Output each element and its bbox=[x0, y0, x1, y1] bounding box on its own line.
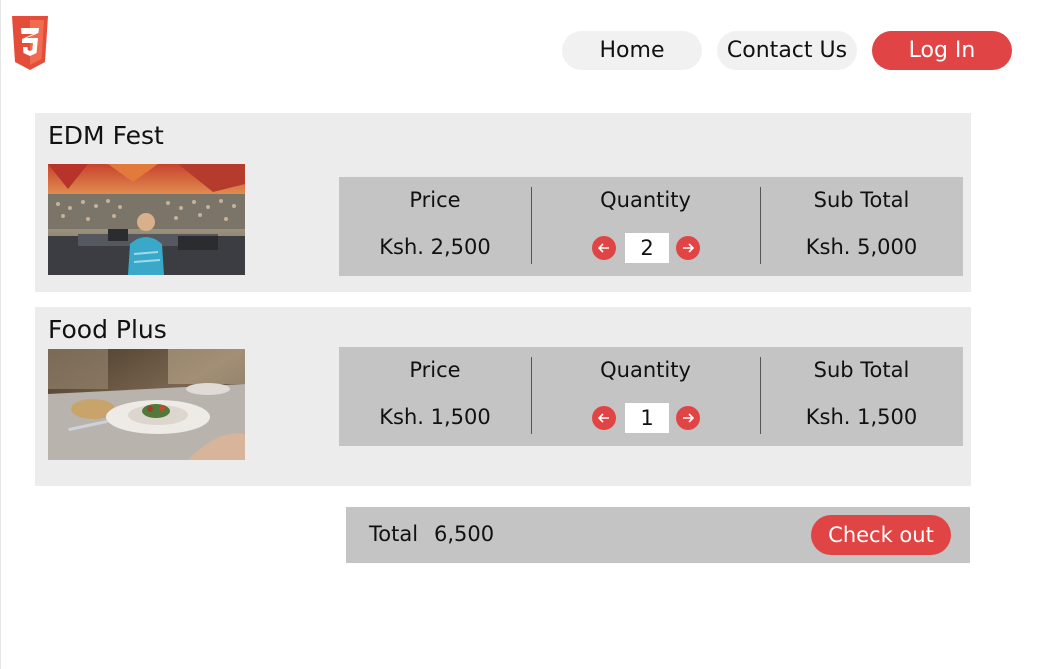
arrow-right-icon bbox=[683, 413, 695, 423]
decrement-button[interactable] bbox=[592, 236, 616, 260]
increment-button[interactable] bbox=[676, 236, 700, 260]
item-title: EDM Fest bbox=[48, 121, 164, 150]
quantity-field[interactable]: 1 bbox=[625, 403, 669, 433]
subtotal-column: Sub Total Ksh. 1,500 bbox=[760, 347, 963, 446]
checkout-button[interactable]: Check out bbox=[811, 515, 951, 555]
quantity-stepper: 2 bbox=[531, 233, 760, 263]
price-column: Price Ksh. 2,500 bbox=[339, 177, 531, 276]
decrement-button[interactable] bbox=[592, 406, 616, 430]
cart-total-bar: Total 6,500 Check out bbox=[346, 507, 970, 563]
contact-us-nav-button[interactable]: Contact Us bbox=[717, 31, 857, 70]
arrow-left-icon bbox=[597, 243, 609, 253]
arrow-left-icon bbox=[597, 413, 609, 423]
total-value: 6,500 bbox=[434, 522, 495, 546]
quantity-column: Quantity 2 bbox=[531, 177, 760, 276]
subtotal-label: Sub Total bbox=[813, 358, 910, 382]
quantity-field[interactable]: 2 bbox=[625, 233, 669, 263]
item-details-panel: Price Ksh. 1,500 Quantity 1 Sub Total Ks… bbox=[339, 347, 963, 446]
concert-photo bbox=[48, 164, 245, 275]
restaurant-plate-photo bbox=[48, 349, 245, 460]
cart-item-card: Food Plus Price Ksh. 1,500 Quantity 1 Su… bbox=[35, 307, 971, 486]
cart-page: Home Contact Us Log In EDM Fest Price Ks… bbox=[0, 0, 1037, 669]
login-button[interactable]: Log In bbox=[872, 31, 1012, 70]
price-column: Price Ksh. 1,500 bbox=[339, 347, 531, 446]
increment-button[interactable] bbox=[676, 406, 700, 430]
item-title: Food Plus bbox=[48, 315, 167, 344]
subtotal-column: Sub Total Ksh. 5,000 bbox=[760, 177, 963, 276]
cart-item-card: EDM Fest Price Ksh. 2,500 Quantity 2 Sub… bbox=[35, 113, 971, 292]
subtotal-value: Ksh. 5,000 bbox=[805, 235, 918, 259]
css3-logo-icon[interactable] bbox=[10, 16, 50, 70]
home-nav-button[interactable]: Home bbox=[562, 31, 702, 70]
total-label: Total bbox=[369, 522, 419, 546]
price-value: Ksh. 2,500 bbox=[379, 235, 491, 259]
arrow-right-icon bbox=[683, 243, 695, 253]
subtotal-value: Ksh. 1,500 bbox=[805, 405, 918, 429]
subtotal-label: Sub Total bbox=[813, 188, 910, 212]
price-value: Ksh. 1,500 bbox=[379, 405, 491, 429]
item-details-panel: Price Ksh. 2,500 Quantity 2 Sub Total Ks… bbox=[339, 177, 963, 276]
quantity-label: Quantity bbox=[600, 358, 691, 382]
quantity-column: Quantity 1 bbox=[531, 347, 760, 446]
price-label: Price bbox=[409, 188, 461, 212]
quantity-stepper: 1 bbox=[531, 403, 760, 433]
price-label: Price bbox=[409, 358, 461, 382]
quantity-label: Quantity bbox=[600, 188, 691, 212]
